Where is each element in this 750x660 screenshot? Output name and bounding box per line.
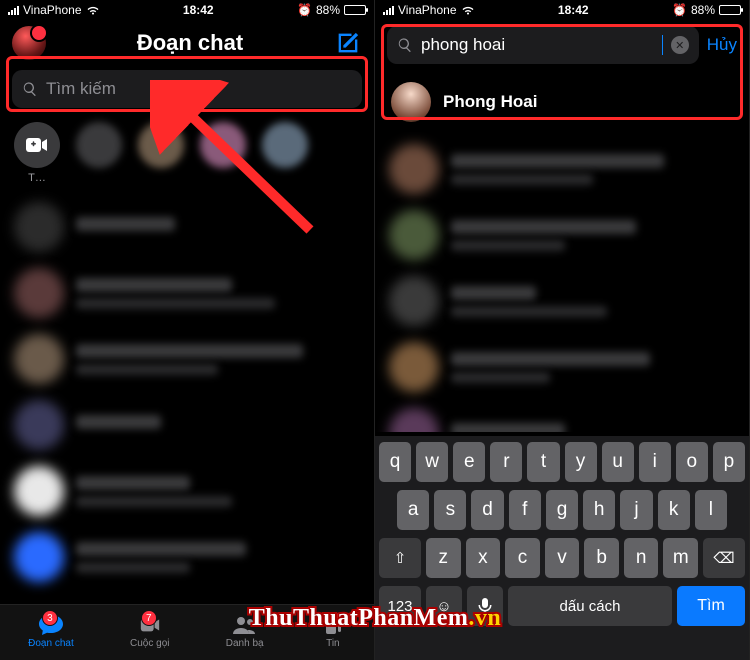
battery-pct: 88% [691,3,715,17]
badge [334,612,344,622]
key-k[interactable]: k [658,490,690,530]
list-item[interactable] [0,194,374,260]
search-placeholder: Tìm kiếm [46,79,116,99]
numbers-key[interactable]: 123 [379,586,421,626]
key-b[interactable]: b [584,538,619,578]
compose-icon[interactable] [334,29,362,57]
key-n[interactable]: n [624,538,659,578]
key-q[interactable]: q [379,442,411,482]
key-u[interactable]: u [602,442,634,482]
key-c[interactable]: c [505,538,540,578]
key-f[interactable]: f [509,490,541,530]
search-input[interactable] [421,35,654,55]
tab-stories[interactable]: Tin [320,614,346,649]
key-o[interactable]: o [676,442,708,482]
wifi-icon [86,5,100,15]
tab-people[interactable]: Danh bạ [226,614,264,649]
keyboard: qwertyuiop asdfghjkl ⇧ zxcvbnm ⌫ 123 ☺ d… [375,436,749,660]
avatar [391,82,431,122]
backspace-key[interactable]: ⌫ [703,538,745,578]
list-item[interactable] [0,392,374,458]
create-story[interactable]: T… [14,122,60,184]
badge: 7 [141,610,157,626]
statusbar: VinaPhone 18:42 ⏰ 88% [375,0,749,20]
header: Đoạn chat [0,20,374,70]
shift-key[interactable]: ⇧ [379,538,421,578]
cancel-button[interactable]: Hủy [707,35,737,55]
battery-icon [344,5,366,15]
key-j[interactable]: j [620,490,652,530]
chat-list [0,188,374,590]
key-d[interactable]: d [471,490,503,530]
profile-avatar[interactable] [12,26,46,60]
list-item[interactable] [0,260,374,326]
key-m[interactable]: m [663,538,698,578]
search-header: ✕ Hủy [375,20,749,72]
tab-label: Tin [326,638,340,649]
stories-row: T… [0,108,374,188]
key-g[interactable]: g [546,490,578,530]
key-p[interactable]: p [713,442,745,482]
text-cursor [662,35,663,55]
wifi-icon [461,5,475,15]
search-bar[interactable]: Tìm kiếm [12,70,362,108]
statusbar: VinaPhone 18:42 ⏰ 88% [0,0,374,20]
clear-icon[interactable]: ✕ [671,36,689,54]
page-title: Đoạn chat [54,30,326,56]
tab-label: Cuộc gọi [130,638,169,649]
search-icon [22,81,38,97]
tab-bar: 3 Đoạn chat 7 Cuộc gọi Danh bạ Tin [0,604,374,660]
search-icon [397,37,413,53]
phone-right: VinaPhone 18:42 ⏰ 88% ✕ Hủy Phong Hoai q… [375,0,750,660]
key-h[interactable]: h [583,490,615,530]
signal-icon [383,5,394,15]
mic-icon [478,597,492,615]
list-item[interactable] [0,458,374,524]
key-x[interactable]: x [466,538,501,578]
carrier-label: VinaPhone [23,3,82,17]
blurred-results [375,132,749,432]
key-s[interactable]: s [434,490,466,530]
list-item[interactable] [0,326,374,392]
list-item[interactable] [0,524,374,590]
emoji-key[interactable]: ☺ [426,586,462,626]
key-w[interactable]: w [416,442,448,482]
key-l[interactable]: l [695,490,727,530]
mic-key[interactable] [467,586,503,626]
tab-calls[interactable]: 7 Cuộc gọi [130,614,169,649]
clock: 18:42 [558,3,589,17]
signal-icon [8,5,19,15]
key-y[interactable]: y [565,442,597,482]
battery-pct: 88% [316,3,340,17]
alarm-icon: ⏰ [297,3,312,17]
tab-label: Danh bạ [226,638,264,649]
phone-left: VinaPhone 18:42 ⏰ 88% Đoạn chat Tìm kiếm… [0,0,375,660]
video-plus-icon [14,122,60,168]
battery-icon [719,5,741,15]
search-bar[interactable]: ✕ [387,26,699,64]
space-key[interactable]: dấu cách [508,586,672,626]
key-v[interactable]: v [545,538,580,578]
alarm-icon: ⏰ [672,3,687,17]
key-e[interactable]: e [453,442,485,482]
badge: 3 [42,610,58,626]
tab-label: Đoạn chat [28,638,74,649]
clock: 18:42 [183,3,214,17]
key-a[interactable]: a [397,490,429,530]
key-z[interactable]: z [426,538,461,578]
key-i[interactable]: i [639,442,671,482]
key-t[interactable]: t [527,442,559,482]
carrier-label: VinaPhone [398,3,457,17]
key-r[interactable]: r [490,442,522,482]
people-icon [232,614,258,636]
story-label: T… [28,172,46,184]
search-key[interactable]: Tìm [677,586,745,626]
tab-chats[interactable]: 3 Đoạn chat [28,614,74,649]
result-name: Phong Hoai [443,92,537,112]
search-result[interactable]: Phong Hoai [375,72,749,132]
